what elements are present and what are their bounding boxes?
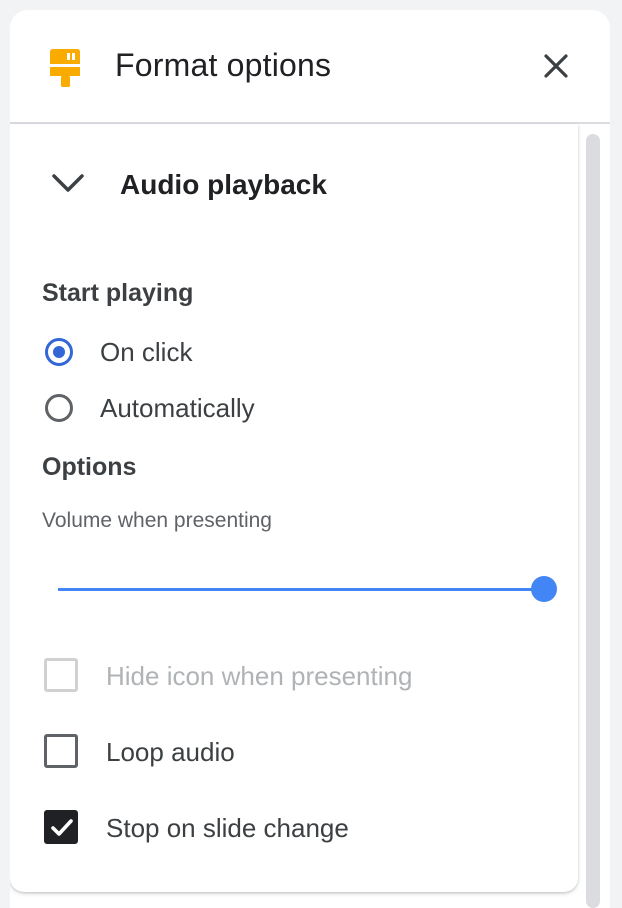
radio-button-checked[interactable] bbox=[45, 338, 73, 366]
checkbox-stop-on-slide-change[interactable] bbox=[44, 810, 78, 844]
format-options-panel: Format options Audio playback Start play… bbox=[10, 10, 610, 908]
checkbox-label: Loop audio bbox=[106, 737, 235, 767]
section-header-audio-playback[interactable]: Audio playback bbox=[10, 124, 578, 244]
chevron-down-icon bbox=[52, 174, 84, 192]
close-icon bbox=[544, 54, 568, 78]
volume-slider[interactable] bbox=[58, 574, 557, 604]
slider-thumb[interactable] bbox=[531, 576, 557, 602]
options-label: Options bbox=[42, 453, 137, 481]
start-playing-label: Start playing bbox=[42, 279, 194, 307]
radio-button[interactable] bbox=[45, 394, 73, 422]
checkbox-row-hide-icon[interactable]: Hide icon when presenting bbox=[42, 652, 562, 698]
panel-header: Format options bbox=[10, 10, 610, 124]
radio-on-click[interactable]: On click bbox=[42, 332, 442, 376]
checkmark-icon bbox=[51, 819, 73, 836]
checkbox-label: Hide icon when presenting bbox=[106, 661, 413, 691]
volume-label: Volume when presenting bbox=[42, 509, 272, 532]
audio-playback-section: Audio playback Start playing On click Au… bbox=[10, 124, 578, 892]
radio-automatically[interactable]: Automatically bbox=[42, 388, 442, 432]
close-button[interactable] bbox=[538, 48, 574, 84]
scrollbar[interactable] bbox=[586, 134, 600, 908]
checkbox-label: Stop on slide change bbox=[106, 813, 349, 843]
slider-track bbox=[58, 588, 544, 591]
checkbox-loop-audio[interactable] bbox=[44, 734, 78, 768]
paint-roller-icon bbox=[50, 49, 80, 87]
checkbox-row-loop-audio[interactable]: Loop audio bbox=[42, 728, 562, 774]
radio-label: Automatically bbox=[100, 393, 255, 423]
page-title: Format options bbox=[115, 47, 332, 83]
section-title: Audio playback bbox=[120, 169, 327, 200]
checkbox-row-stop-on-slide-change[interactable]: Stop on slide change bbox=[42, 804, 562, 850]
radio-label: On click bbox=[100, 337, 193, 367]
checkbox-hide-icon[interactable] bbox=[44, 658, 78, 692]
